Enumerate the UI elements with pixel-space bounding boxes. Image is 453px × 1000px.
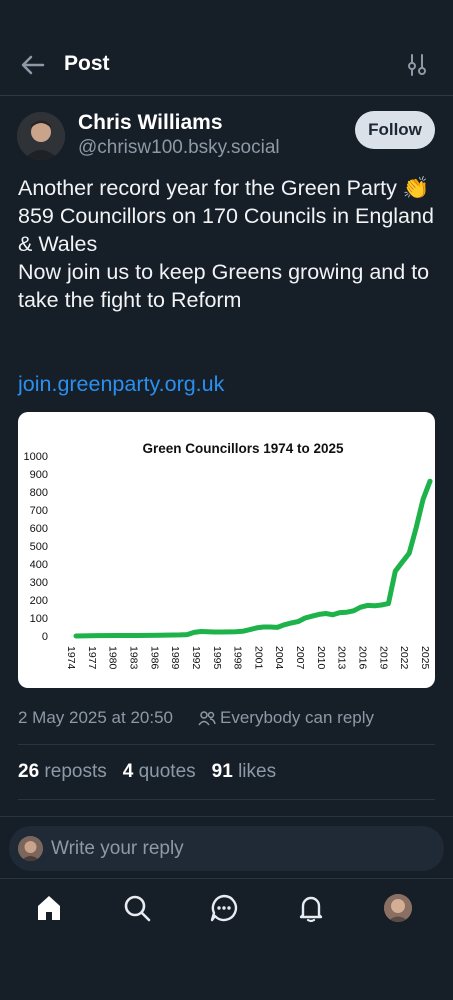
post-body: Another record year for the Green Party … bbox=[18, 174, 438, 314]
x-tick-label: 1995 bbox=[211, 646, 223, 670]
x-tick-label: 2010 bbox=[315, 646, 327, 670]
reply-placeholder: Write your reply bbox=[51, 838, 184, 859]
author-avatar[interactable] bbox=[17, 112, 65, 160]
divider bbox=[0, 816, 453, 817]
arrow-left-icon[interactable] bbox=[20, 52, 46, 78]
search-icon[interactable] bbox=[122, 893, 152, 923]
follow-button[interactable]: Follow bbox=[355, 111, 435, 149]
chart-image[interactable]: Green Councillors 1974 to 2025 0 100 200 30… bbox=[18, 412, 435, 688]
top-bar: Post bbox=[0, 0, 453, 96]
y-tick-label: 900 bbox=[30, 469, 48, 481]
reply-setting[interactable]: Everybody can reply bbox=[220, 708, 374, 728]
x-tick-label: 2016 bbox=[357, 646, 369, 670]
home-icon[interactable] bbox=[34, 893, 64, 923]
bell-icon[interactable] bbox=[296, 893, 326, 923]
chat-icon[interactable] bbox=[209, 893, 239, 923]
y-tick-label: 1000 bbox=[24, 451, 48, 463]
chart-title: Green Councillors 1974 to 2025 bbox=[142, 441, 344, 456]
user-avatar bbox=[18, 836, 43, 861]
y-tick-label: 500 bbox=[30, 541, 48, 553]
x-tick-label: 2013 bbox=[336, 646, 348, 670]
x-tick-label: 2007 bbox=[294, 646, 306, 670]
likes-stat[interactable]: 91 likes bbox=[212, 761, 276, 782]
x-tick-label: 1980 bbox=[107, 646, 119, 670]
post-link[interactable]: join.greenparty.org.uk bbox=[18, 370, 224, 398]
x-tick-label: 1998 bbox=[232, 646, 244, 670]
y-tick-label: 800 bbox=[30, 487, 48, 499]
engagement-stats: 26 reposts 4 quotes 91 likes bbox=[18, 761, 276, 783]
x-tick-label: 1983 bbox=[127, 646, 139, 670]
reply-input[interactable]: Write your reply bbox=[9, 826, 444, 871]
y-tick-label: 700 bbox=[30, 505, 48, 517]
y-tick-label: 100 bbox=[30, 613, 48, 625]
x-tick-label: 2001 bbox=[252, 646, 264, 670]
author-name[interactable]: Chris Williams bbox=[78, 111, 223, 135]
y-tick-label: 400 bbox=[30, 559, 48, 571]
quotes-stat[interactable]: 4 quotes bbox=[123, 761, 196, 782]
x-tick-label: 1977 bbox=[86, 646, 98, 670]
author-handle[interactable]: @chrisw100.bsky.social bbox=[78, 137, 280, 159]
x-tick-label: 1989 bbox=[169, 646, 181, 670]
sliders-icon[interactable] bbox=[404, 52, 430, 78]
series-line bbox=[73, 478, 433, 639]
divider bbox=[18, 799, 435, 800]
bottom-nav bbox=[0, 878, 453, 1000]
x-tick-label: 2022 bbox=[398, 646, 410, 670]
y-tick-label: 0 bbox=[42, 631, 48, 643]
x-tick-label: 2025 bbox=[419, 646, 431, 670]
x-tick-label: 2019 bbox=[377, 646, 389, 670]
councillors-chart: Green Councillors 1974 to 2025 0 100 200 30… bbox=[24, 441, 433, 670]
profile-avatar[interactable] bbox=[384, 894, 412, 922]
y-tick-label: 600 bbox=[30, 523, 48, 535]
y-tick-label: 300 bbox=[30, 577, 48, 589]
people-icon bbox=[198, 711, 216, 726]
page-title: Post bbox=[64, 52, 110, 75]
post-line: Now join us to keep Greens growing and t… bbox=[18, 260, 436, 312]
x-tick-label: 1986 bbox=[148, 646, 160, 670]
reposts-stat[interactable]: 26 reposts bbox=[18, 761, 107, 782]
post-line: 859 Councillors on 170 Councils in Engla… bbox=[18, 204, 440, 256]
x-tick-label: 1974 bbox=[65, 646, 77, 670]
y-tick-label: 200 bbox=[30, 595, 48, 607]
x-tick-label: 1992 bbox=[190, 646, 202, 670]
divider bbox=[18, 744, 435, 745]
post-line: Another record year for the Green Party … bbox=[18, 176, 430, 200]
x-tick-label: 2004 bbox=[273, 646, 285, 670]
post-timestamp: 2 May 2025 at 20:50 bbox=[18, 708, 174, 727]
